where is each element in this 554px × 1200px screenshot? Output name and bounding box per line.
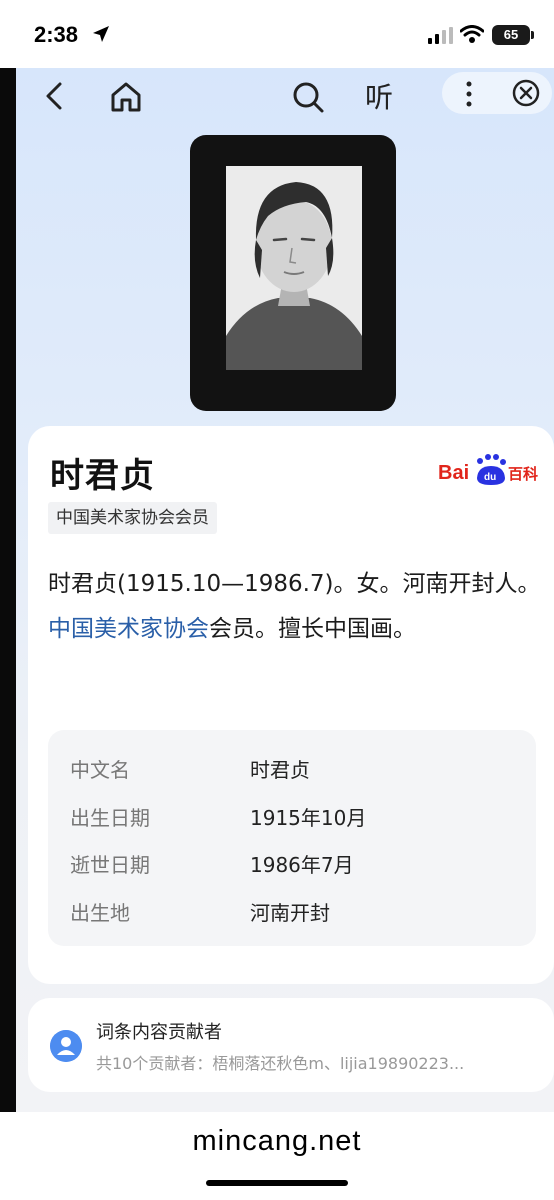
summary-link[interactable]: 中国美术家协会 [48, 616, 209, 642]
user-avatar-icon [50, 1030, 82, 1062]
footer: mincang.net [0, 1112, 554, 1200]
info-label: 出生日期 [70, 806, 150, 830]
info-label: 逝世日期 [70, 853, 150, 877]
svg-text:Bai: Bai [438, 462, 469, 484]
summary-text-2: 会员。擅长中国画。 [209, 616, 416, 642]
info-row: 中文名 时君贞 [70, 754, 510, 784]
cellular-signal-icon [428, 27, 453, 44]
close-icon[interactable] [511, 78, 541, 108]
svg-text:百科: 百科 [508, 465, 538, 483]
status-time: 2:38 [34, 22, 79, 47]
info-label: 出生地 [70, 901, 130, 925]
info-row: 出生日期 1915年10月 [70, 802, 510, 832]
info-row: 出生地 河南开封 [70, 897, 510, 927]
info-row: 逝世日期 1986年7月 [70, 849, 510, 879]
basic-info-box: 中文名 时君贞 出生日期 1915年10月 逝世日期 1986年7月 出生地 河… [48, 730, 536, 946]
contributors-card[interactable]: 词条内容贡献者 共10个贡献者：梧桐落还秋色m、lijia19890223... [28, 998, 554, 1092]
battery-level: 65 [492, 25, 530, 45]
summary-text-1: 时君贞(1915.10—1986.7)。女。河南开封人。 [48, 571, 541, 597]
more-icon[interactable] [462, 80, 476, 108]
entry-summary: 时君贞(1915.10—1986.7)。女。河南开封人。中国美术家协会会员。擅长… [48, 562, 542, 652]
home-icon[interactable] [108, 80, 144, 114]
portrait-photo [226, 166, 362, 370]
search-icon[interactable] [291, 80, 325, 114]
battery-tip [531, 31, 534, 39]
baidu-baike-logo: Bai du 百科 [438, 454, 538, 485]
info-value: 1915年10月 [250, 806, 367, 830]
listen-button[interactable]: 听 [365, 76, 393, 116]
left-edge [0, 68, 16, 1112]
entry-tag[interactable]: 中国美术家协会会员 [48, 502, 217, 534]
contributors-title: 词条内容贡献者 [96, 1022, 222, 1043]
info-value: 1986年7月 [250, 853, 354, 877]
info-label: 中文名 [70, 758, 130, 782]
entry-title: 时君贞 [50, 456, 155, 496]
status-bar: 2:38 65 [0, 0, 554, 68]
location-arrow-icon [93, 26, 109, 42]
home-indicator[interactable] [206, 1180, 348, 1186]
back-icon[interactable] [40, 80, 72, 112]
wifi-icon [460, 25, 484, 43]
watermark-text: mincang.net [192, 1125, 362, 1157]
portrait-frame[interactable] [190, 135, 396, 411]
entry-card: 时君贞 Bai du 百科 中国美术家协会会员 时君贞(1915.10—1986… [28, 426, 554, 984]
info-value: 时君贞 [250, 758, 310, 782]
baike-page: 听 时君贞 Bai du 百科 中国美术家协会会员 时君贞(1915.10—19… [16, 68, 554, 1112]
info-value: 河南开封 [250, 901, 330, 925]
contributors-list: 共10个贡献者：梧桐落还秋色m、lijia19890223... [96, 1054, 465, 1073]
svg-text:du: du [484, 472, 496, 483]
